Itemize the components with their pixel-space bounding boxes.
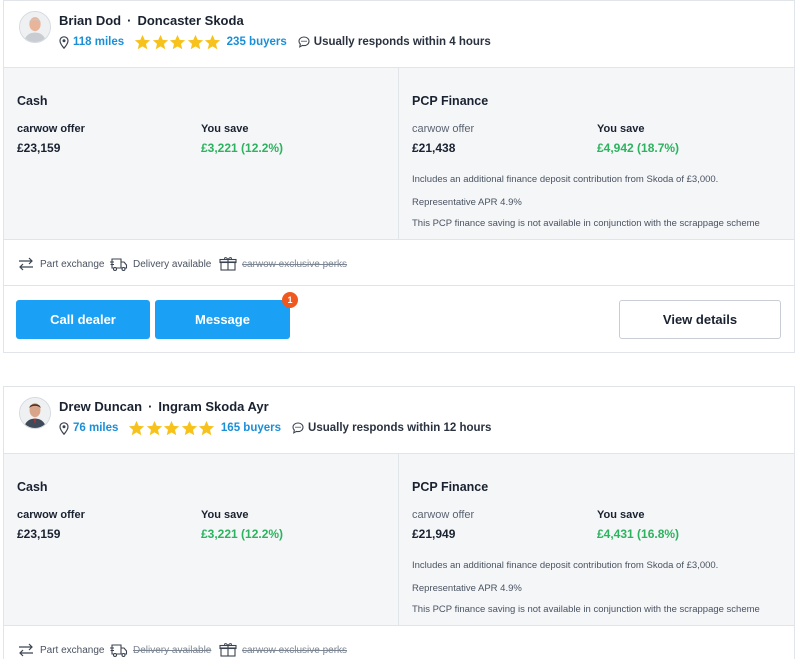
avatar <box>19 397 51 429</box>
star-icon <box>205 34 221 49</box>
perk-part-exchange: Part exchange <box>17 642 105 658</box>
perk-delivery: Delivery available <box>110 256 211 272</box>
you-save-label: You save <box>597 509 645 521</box>
star-icon <box>170 34 186 49</box>
location-pin-icon <box>59 35 69 49</box>
pcp-offer-price: £21,438 <box>412 141 456 155</box>
star-icon <box>129 420 145 435</box>
message-button-label: Message <box>195 312 250 327</box>
dealer-header: Brian Dod · Doncaster Skoda 118 miles 235 … <box>4 1 794 67</box>
name-separator: · <box>148 399 153 414</box>
rating-stars <box>128 420 216 437</box>
delivery-truck-icon <box>110 644 128 658</box>
offers-panel: Cash carwow offer You save £23,159 £3,22… <box>4 453 794 626</box>
view-details-button[interactable]: View details <box>619 300 781 339</box>
star-icon <box>146 420 163 435</box>
gift-icon <box>219 257 237 271</box>
finance-note: Includes an additional finance deposit c… <box>412 560 719 571</box>
call-dealer-button[interactable]: Call dealer <box>16 300 150 339</box>
cash-saving: £3,221 (12.2%) <box>201 141 284 155</box>
rating-stars <box>134 34 222 51</box>
perk-label: carwow exclusive perks <box>242 258 348 270</box>
perk-label: Delivery available <box>133 258 212 270</box>
perk-label: Part exchange <box>40 258 105 270</box>
unread-badge: 1 <box>282 292 298 308</box>
dealer-meta: 76 miles 165 buyers Usually responds wit… <box>59 419 491 437</box>
location-pin-icon <box>59 421 69 435</box>
finance-note: This PCP finance saving is not available… <box>412 218 760 229</box>
perk-exclusive: carwow exclusive perks <box>219 642 347 658</box>
cash-offer: Cash carwow offer You save £23,159 £3,22… <box>4 68 399 239</box>
distance-link[interactable]: 118 miles <box>73 36 124 48</box>
avatar <box>19 11 51 43</box>
delivery-truck-icon <box>110 258 128 272</box>
star-icon <box>187 34 203 49</box>
finance-note: Representative APR 4.9% <box>412 197 522 208</box>
response-time: Usually responds within 12 hours <box>308 422 492 434</box>
actions-row: Call dealer Message 1 View details <box>4 287 794 353</box>
cash-offer-price: £23,159 <box>17 527 61 541</box>
dealer-name[interactable]: Drew Duncan · Ingram Skoda Ayr <box>59 399 269 414</box>
chat-bubble-icon <box>298 36 310 48</box>
pcp-saving: £4,942 (18.7%) <box>597 141 680 155</box>
dealership-name: Ingram Skoda Ayr <box>158 399 269 414</box>
star-icon <box>135 34 151 49</box>
swap-arrows-icon <box>19 257 33 271</box>
salesperson-name: Drew Duncan <box>59 399 143 414</box>
finance-note: Includes an additional finance deposit c… <box>412 174 719 185</box>
perks-row: Part exchange Delivery available carwow … <box>4 241 794 286</box>
star-icon <box>181 420 198 435</box>
message-button[interactable]: Message 1 <box>155 292 298 339</box>
chat-bubble-icon <box>292 422 304 434</box>
star-icon <box>164 420 180 435</box>
you-save-label: You save <box>597 123 645 135</box>
dealer-card: Brian Dod · Doncaster Skoda 118 miles 235 … <box>3 0 795 353</box>
perk-label: carwow exclusive perks <box>242 644 348 656</box>
swap-arrows-icon <box>19 643 33 657</box>
pcp-title: PCP Finance <box>412 94 489 108</box>
you-save-label: You save <box>201 123 249 135</box>
carwow-offer-label: carwow offer <box>412 123 475 135</box>
cash-saving: £3,221 (12.2%) <box>201 527 284 541</box>
carwow-offer-label: carwow offer <box>412 509 475 521</box>
dealer-card: Drew Duncan · Ingram Skoda Ayr 76 miles 16… <box>3 386 795 659</box>
finance-note: Representative APR 4.9% <box>412 583 522 594</box>
perks-row: Part exchange Delivery available carwow … <box>4 627 794 659</box>
dealer-header: Drew Duncan · Ingram Skoda Ayr 76 miles 16… <box>4 387 794 453</box>
gift-icon <box>219 643 237 657</box>
cash-title: Cash <box>17 480 48 494</box>
salesperson-name: Brian Dod <box>59 13 122 28</box>
dealer-meta: 118 miles 235 buyers Usually responds wi… <box>59 33 491 51</box>
perk-label: Delivery available <box>133 644 212 656</box>
perk-part-exchange: Part exchange <box>17 256 105 272</box>
dealer-name[interactable]: Brian Dod · Doncaster Skoda <box>59 13 244 28</box>
pcp-offer: PCP Finance carwow offer You save £21,43… <box>399 68 794 239</box>
carwow-offer-label: carwow offer <box>17 509 85 521</box>
you-save-label: You save <box>201 509 249 521</box>
distance-link[interactable]: 76 miles <box>73 422 118 434</box>
cash-offer: Cash carwow offer You save £23,159 £3,22… <box>4 454 399 625</box>
star-icon <box>152 34 168 49</box>
perk-label: Part exchange <box>40 644 105 656</box>
pcp-offer: PCP Finance carwow offer You save £21,94… <box>399 454 794 625</box>
response-time: Usually responds within 4 hours <box>313 36 491 48</box>
pcp-title: PCP Finance <box>412 480 489 494</box>
perk-exclusive: carwow exclusive perks <box>219 256 347 272</box>
perk-delivery: Delivery available <box>110 642 211 658</box>
pcp-offer-price: £21,949 <box>412 527 456 541</box>
pcp-saving: £4,431 (16.8%) <box>597 527 680 541</box>
offers-panel: Cash carwow offer You save £23,159 £3,22… <box>4 67 794 240</box>
cash-title: Cash <box>17 94 48 108</box>
cash-offer-price: £23,159 <box>17 141 61 155</box>
buyers-count-link[interactable]: 165 buyers <box>221 422 281 434</box>
finance-note: This PCP finance saving is not available… <box>412 604 760 615</box>
carwow-offer-label: carwow offer <box>17 123 85 135</box>
buyers-count-link[interactable]: 235 buyers <box>227 36 287 48</box>
dealership-name: Doncaster Skoda <box>137 13 244 28</box>
star-icon <box>199 420 215 435</box>
name-separator: · <box>127 13 132 28</box>
